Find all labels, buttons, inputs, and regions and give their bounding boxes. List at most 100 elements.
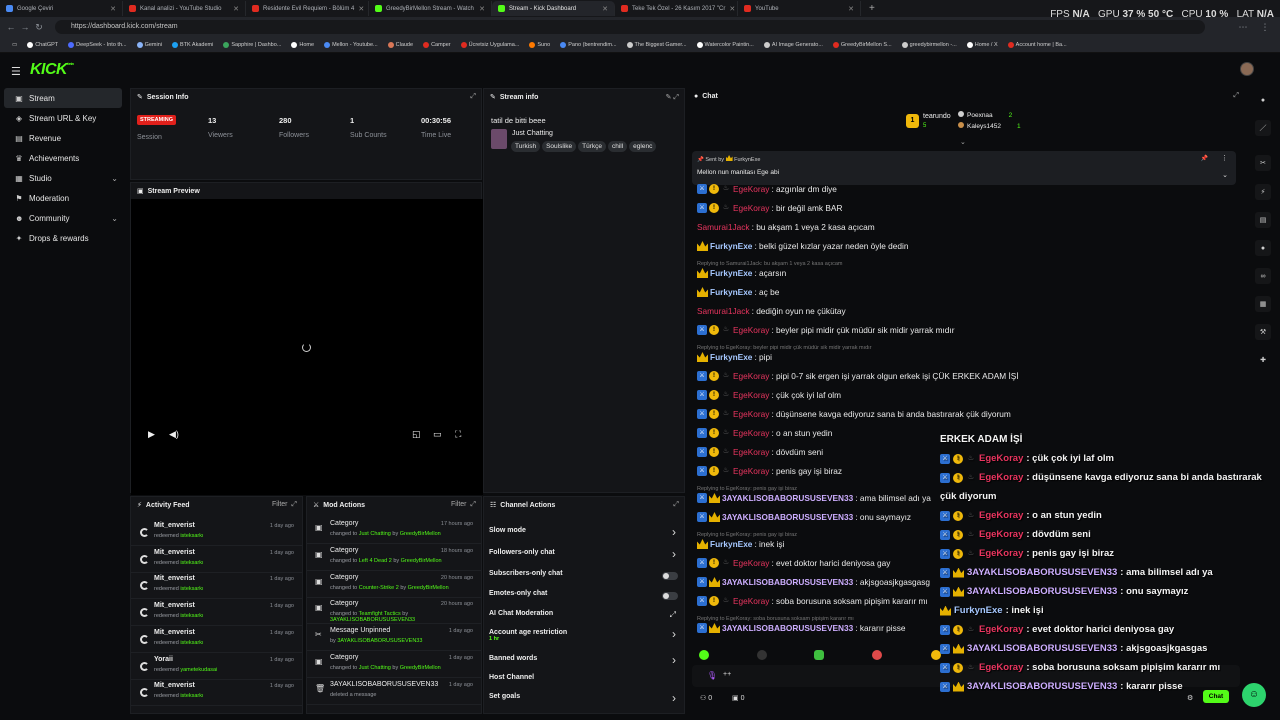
tab-close-icon[interactable]: ✕ [848, 5, 854, 13]
chat-message[interactable]: ⚔! ♨ EgeKoray: çük çok iyi laf olm [697, 390, 841, 400]
chat-username[interactable]: 3AYAKLISOBABORUSUSEVEN33 [722, 512, 853, 522]
chat-message[interactable]: ⚔! ♨ EgeKoray: düşünsene kavga ediyoruz sa… [697, 409, 1011, 419]
chat-message[interactable]: ⚔ 3AYAKLISOBABORUSUSEVEN33: onu saymayız [697, 512, 911, 522]
emote-icon[interactable] [814, 650, 824, 660]
mod-action-item[interactable]: ▣ Category changed to Counter-Strike 2 by … [307, 571, 481, 598]
clip-icon[interactable]: ✂ [1255, 155, 1271, 171]
extensions-icon[interactable]: ⋯ [1236, 22, 1250, 33]
volume-icon[interactable]: ◀) [169, 429, 179, 440]
collapse-pinned-icon[interactable]: ⌄ [1222, 171, 1228, 179]
new-tab-icon[interactable]: + [869, 3, 875, 14]
sidebar-item-moderation[interactable]: ⚑ Moderation [4, 188, 122, 208]
tool-icon[interactable]: ⚒ [1255, 324, 1271, 340]
chat-username[interactable]: EgeKoray [733, 558, 769, 568]
forward-icon[interactable]: → [18, 22, 32, 32]
bookmark-item[interactable]: Mellon - Youtube... [320, 41, 382, 48]
chat-username[interactable]: EgeKoray [733, 466, 769, 476]
activity-item[interactable]: Yoraii redeemed yametekudasai 1 day ago [131, 653, 302, 680]
chat-message[interactable]: ⚔! ♨ EgeKoray: bir değil amk BAR [697, 203, 842, 213]
bookmark-item[interactable]: Gemini [133, 41, 166, 48]
chevron-right-icon[interactable]: › [672, 627, 676, 641]
bookmark-item[interactable]: GreedyBirMellon S... [829, 41, 896, 48]
bookmark-item[interactable]: Camper [419, 41, 455, 48]
chat-message[interactable]: ⚔! ♨ EgeKoray: o an stun yedin [697, 428, 832, 438]
address-bar[interactable]: https://dashboard.kick.com/stream [55, 20, 1205, 34]
bookmark-item[interactable]: Ücretsiz Uygulama... [457, 41, 524, 48]
browser-menu-icon[interactable]: ⋮ [1258, 22, 1272, 33]
tab-close-icon[interactable]: ✕ [602, 5, 608, 13]
back-icon[interactable]: ← [4, 22, 18, 32]
activity-item[interactable]: Mit_enverist redeemed isteksarkı 1 day ago [131, 519, 302, 546]
mod-action-item[interactable]: ▣ Category changed to Left 4 Dead 2 by Gre… [307, 544, 481, 571]
browser-tab[interactable]: Stream - Kick Dashboard ✕ [492, 1, 615, 16]
play-icon[interactable]: ▶ [148, 429, 155, 440]
chat-username[interactable]: EgeKoray [733, 203, 769, 213]
browser-tab[interactable]: YouTube ✕ [738, 1, 861, 16]
chevron-right-icon[interactable]: › [672, 525, 676, 539]
calendar-icon[interactable]: ▦ [1255, 296, 1271, 312]
sidebar-item-stream-url-key[interactable]: ◈ Stream URL & Key [4, 108, 122, 128]
support-chat-icon[interactable]: ☺ [1242, 683, 1266, 707]
chevron-down-icon[interactable]: ⌄ [111, 214, 118, 223]
browser-tab[interactable]: Teke Tek Özel - 26 Kasım 2017 "Cr ✕ [615, 1, 738, 16]
bookmark-item[interactable]: AI Image Generato... [760, 41, 827, 48]
link-icon[interactable]: ∞ [1255, 268, 1271, 284]
video-player[interactable]: ▶ ◀) ◱ ▭ ⛶ [131, 199, 483, 495]
channel-action-host-channel[interactable]: Host Channel [484, 674, 684, 688]
pip-icon[interactable]: ◱ [412, 429, 421, 440]
bookmark-item[interactable]: ChatGPT [23, 41, 62, 48]
channel-action-account-age-restriction[interactable]: Account age restriction 1 hr › [484, 627, 684, 643]
filter-button[interactable]: Filter ⤢ [272, 501, 297, 509]
reload-icon[interactable]: ↻ [32, 22, 46, 33]
chevron-right-icon[interactable]: › [672, 547, 676, 561]
chat-username[interactable]: 3AYAKLISOBABORUSUSEVEN33 [722, 577, 853, 587]
channel-action-banned-words[interactable]: Banned words › [484, 653, 684, 669]
chat-message[interactable]: FurkynExe: açarsın [697, 268, 786, 278]
activity-item[interactable]: Mit_enverist redeemed isteksarkı 1 day ago [131, 599, 302, 627]
chat-message[interactable]: Samurai1Jack: bu akşam 1 veya 2 kasa açı… [697, 222, 875, 232]
pinned-more-icon[interactable]: ⋮ [1221, 154, 1228, 162]
chat-message[interactable]: ⚔ 3AYAKLISOBABORUSUSEVEN33: kararır pisse [697, 623, 906, 633]
browser-tab[interactable]: Kanal analizi - YouTube Studio ✕ [123, 1, 246, 16]
user-avatar[interactable] [1240, 62, 1254, 76]
chat-username[interactable]: EgeKoray [733, 428, 769, 438]
popout-icon[interactable]: ✎ ⤢ [666, 93, 679, 102]
expand-leaderboard-icon[interactable]: ⌄ [960, 138, 966, 146]
chat-message[interactable]: ⚔! ♨ EgeKoray: evet doktor harici deniyosa… [697, 558, 890, 568]
mic-icon[interactable]: 🎙 [707, 671, 717, 680]
document-icon[interactable]: ▤ [1255, 212, 1271, 228]
channel-action-set-goals[interactable]: Set goals › [484, 691, 684, 707]
bookmark-item[interactable]: greedybirmellon -... [898, 41, 961, 48]
chat-username[interactable]: EgeKoray [733, 596, 769, 606]
activity-item[interactable]: Mit_enverist redeemed isteksarkı 1 day ago [131, 679, 302, 707]
channel-action-slow-mode[interactable]: Slow mode › [484, 525, 684, 541]
info-icon[interactable]: ● [1255, 92, 1271, 108]
menu-icon[interactable]: ☰ [11, 65, 21, 78]
emote-icon[interactable] [872, 650, 882, 660]
bookmark-item[interactable]: DeepSeek - Into th... [64, 41, 130, 48]
tab-close-icon[interactable]: ✕ [110, 5, 116, 13]
popout-icon[interactable]: ⤢ [1233, 92, 1239, 100]
browser-tab[interactable]: GreedyBirMellon Stream - Watch ✕ [369, 1, 492, 16]
sidebar-item-studio[interactable]: ▦ Studio ⌄ [4, 168, 122, 188]
activity-item[interactable]: Mit_enverist redeemed isteksarkı 1 day ago [131, 546, 302, 573]
popout-icon[interactable]: ⤢ [470, 93, 476, 101]
browser-tab[interactable]: Google Çeviri ✕ [0, 1, 123, 16]
bookmark-item[interactable]: The Biggest Gamer... [623, 41, 691, 48]
mod-action-item[interactable]: 🗑 3AYAKLISOBABORUSUSEVEN33 deleted a messa… [307, 678, 481, 705]
bolt-tool-icon[interactable]: ⚡ [1255, 184, 1271, 200]
bookmark-item[interactable]: Home [287, 41, 318, 48]
channel-action-emotes-only-chat[interactable]: Emotes-only chat [484, 590, 684, 604]
toggle-switch[interactable] [662, 572, 678, 580]
channel-action-subscribers-only-chat[interactable]: Subscribers-only chat [484, 570, 684, 584]
sidebar-item-achievements[interactable]: ♛ Achievements [4, 148, 122, 168]
chat-username[interactable]: EgeKoray [733, 184, 769, 194]
toggle-switch[interactable] [662, 592, 678, 600]
tab-close-icon[interactable]: ✕ [729, 5, 735, 13]
bookmarks-icon[interactable]: ▭ [8, 42, 21, 48]
add-widget-icon[interactable]: ✚ [1255, 352, 1271, 368]
mod-action-item[interactable]: ▣ Category changed to Teamfight Tactics by… [307, 597, 481, 625]
chat-message[interactable]: FurkynExe: inek işi [697, 539, 784, 549]
chat-message[interactable]: Samurai1Jack: dediğin oyun ne çükütay [697, 306, 846, 316]
kick-logo[interactable]: KICKbeta [30, 61, 74, 79]
